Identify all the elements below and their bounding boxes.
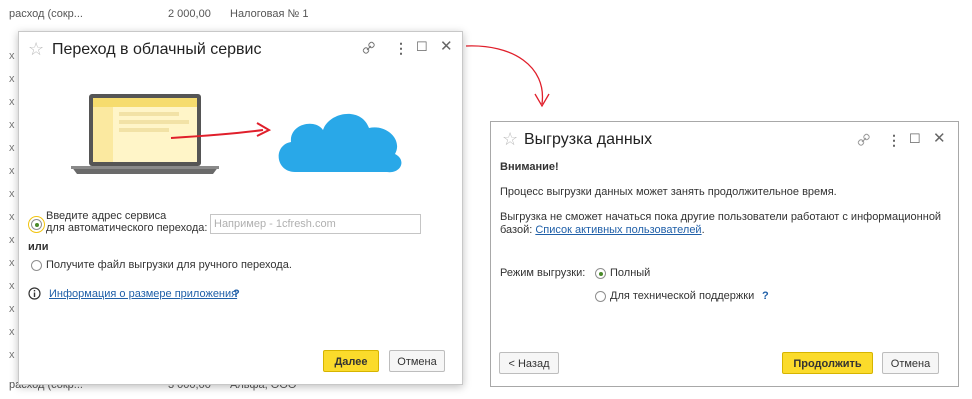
favorite-star-icon[interactable]: ☆ — [28, 39, 44, 60]
row-marker: х — [9, 50, 15, 62]
row-counterparty: Налоговая № 1 — [230, 8, 309, 20]
address-option-radio[interactable] — [28, 216, 45, 233]
link-icon[interactable] — [362, 41, 376, 55]
favorite-star-icon[interactable]: ☆ — [502, 129, 518, 150]
active-users-link[interactable]: Список активных пользователей — [535, 224, 701, 236]
cancel-button[interactable]: Отмена — [882, 352, 939, 374]
file-option-label: Получите файл выгрузки для ручного перех… — [46, 259, 292, 271]
file-option-radio[interactable] — [31, 260, 42, 271]
row-type: расход (сокр... — [9, 8, 83, 20]
row-marker: х — [9, 165, 15, 177]
cancel-button[interactable]: Отмена — [389, 350, 445, 372]
row-marker: х — [9, 349, 15, 361]
users-note-line2: базой: Список активных пользователей. — [500, 224, 705, 236]
cloud-migration-dialog: ☆ Переход в облачный сервис ⋮ ☐ ✕ Введит… — [18, 31, 463, 385]
data-export-dialog: ☆ Выгрузка данных ⋮ ☐ ✕ Внимание! Процес… — [490, 121, 959, 387]
duration-note: Процесс выгрузки данных может занять про… — [500, 186, 837, 198]
row-marker: х — [9, 96, 15, 108]
row-amount: 2 000,00 — [168, 8, 211, 20]
row-marker: х — [9, 119, 15, 131]
mode-full-label: Полный — [610, 267, 651, 279]
close-icon[interactable]: ✕ — [440, 39, 453, 54]
maximize-icon[interactable]: ☐ — [909, 132, 921, 146]
row-marker: х — [9, 142, 15, 154]
row-marker: х — [9, 234, 15, 246]
address-option-label-line1: Введите адрес сервиса — [46, 210, 167, 222]
connector-arrow — [465, 45, 550, 108]
row-marker: х — [9, 257, 15, 269]
row-marker: х — [9, 280, 15, 292]
row-marker: х — [9, 188, 15, 200]
export-mode-label: Режим выгрузки: — [500, 267, 586, 279]
row-marker: х — [9, 326, 15, 338]
dialog-title: Выгрузка данных — [524, 131, 653, 148]
continue-button[interactable]: Продолжить — [782, 352, 873, 374]
link-icon[interactable] — [857, 133, 871, 147]
close-icon[interactable]: ✕ — [933, 131, 946, 146]
migration-illustration — [71, 94, 402, 174]
users-note-suffix: . — [701, 224, 705, 236]
next-button[interactable]: Далее — [323, 350, 379, 372]
maximize-icon[interactable]: ☐ — [416, 40, 428, 54]
or-label: или — [28, 241, 49, 253]
address-option-label-line2: для автоматического перехода: — [46, 222, 208, 234]
service-address-input[interactable]: Например - 1cfresh.com — [210, 214, 421, 234]
users-note-prefix: базой: — [500, 224, 533, 236]
dialog-title: Переход в облачный сервис — [52, 41, 262, 58]
row-marker: х — [9, 303, 15, 315]
mode-support-radio[interactable] — [595, 291, 606, 302]
help-icon[interactable]: ? — [233, 288, 240, 300]
back-button[interactable]: < Назад — [499, 352, 559, 374]
info-icon — [28, 287, 41, 300]
row-marker: х — [9, 211, 15, 223]
mode-full-radio[interactable] — [595, 268, 606, 279]
more-menu-icon[interactable]: ⋮ — [394, 41, 408, 55]
users-note-line1: Выгрузка не сможет начаться пока другие … — [500, 211, 942, 223]
warning-title: Внимание! — [500, 161, 559, 173]
mode-support-label: Для технической поддержки — [610, 290, 755, 302]
help-icon[interactable]: ? — [762, 290, 769, 302]
app-size-info-link[interactable]: Информация о размере приложения — [49, 288, 237, 300]
row-marker: х — [9, 73, 15, 85]
more-menu-icon[interactable]: ⋮ — [887, 133, 901, 147]
